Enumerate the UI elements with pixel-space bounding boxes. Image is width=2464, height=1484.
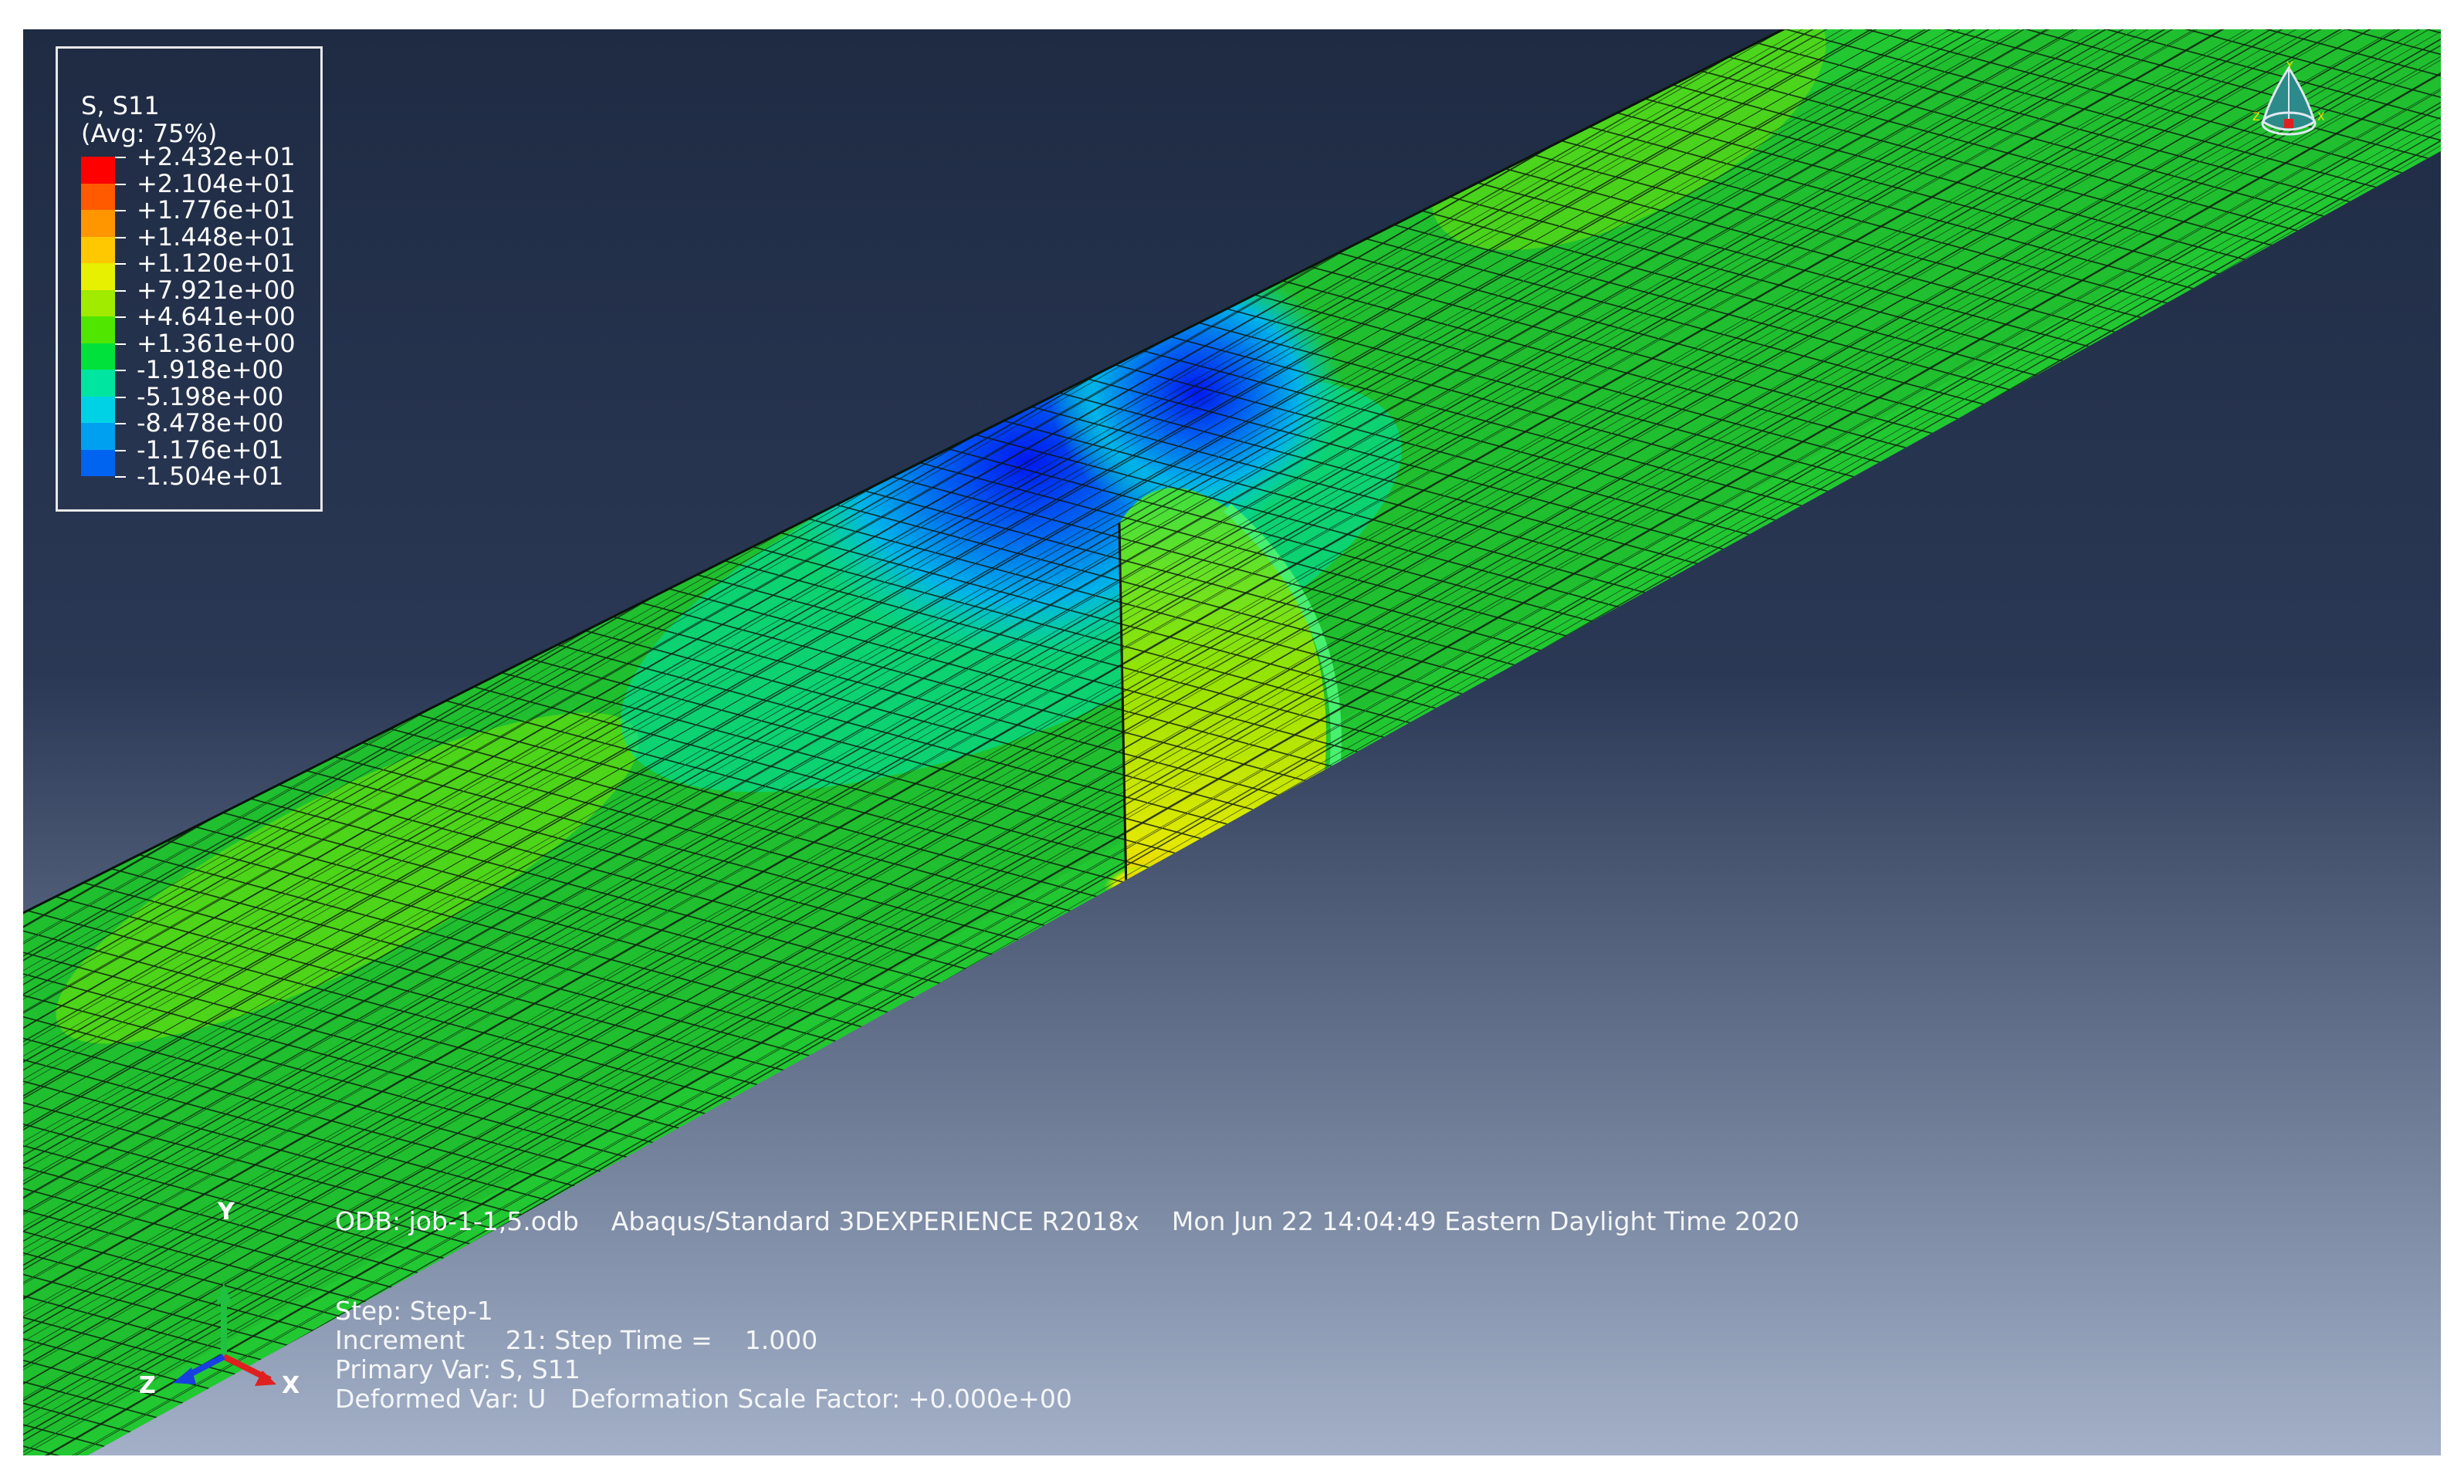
step-info-line: Step: Step-1 xyxy=(335,1296,493,1326)
legend-tick xyxy=(115,316,126,318)
view-cube-x-label: X xyxy=(2317,111,2325,123)
legend-color-swatch xyxy=(81,370,115,397)
legend-level-label: -8.478e+00 xyxy=(137,408,284,438)
legend-tick xyxy=(115,236,126,238)
view-cube-y-label: Y xyxy=(2286,60,2293,73)
legend-tick xyxy=(115,396,126,398)
legend-color-swatch xyxy=(81,289,115,316)
legend-level-label: -1.504e+01 xyxy=(137,461,284,491)
triad-y-label: Y xyxy=(218,1198,235,1225)
legend-tick xyxy=(115,343,126,345)
legend-color-swatch xyxy=(81,236,115,263)
legend-level-label: +2.104e+01 xyxy=(137,168,296,198)
legend-color-swatch xyxy=(81,157,115,184)
legend-color-swatch xyxy=(81,343,115,370)
legend-tick xyxy=(115,263,126,265)
legend-level-label: +2.432e+01 xyxy=(137,142,296,171)
legend-color-swatch xyxy=(81,449,115,476)
legend-color-swatch xyxy=(81,263,115,290)
legend-color-swatch xyxy=(81,423,115,450)
legend-level-label: -1.918e+00 xyxy=(137,355,284,384)
legend-tick xyxy=(115,210,126,211)
view-orientation-icon[interactable]: Y X Z xyxy=(2246,60,2331,153)
triad-z-label: Z xyxy=(139,1372,156,1399)
primary-var-line: Primary Var: S, S11 xyxy=(335,1354,580,1384)
viewport[interactable]: S, S11 (Avg: 75%) +2.432e+01 +2.104e+01 +1… xyxy=(23,29,2441,1455)
legend-tick xyxy=(115,289,126,292)
legend-level-label: -5.198e+00 xyxy=(137,381,284,411)
legend-tick xyxy=(115,423,126,424)
legend-tick xyxy=(115,476,126,478)
legend-tick xyxy=(115,183,126,185)
legend-level-label: -1.176e+01 xyxy=(137,434,284,465)
view-cube-z-label: Z xyxy=(2252,111,2260,123)
odb-info-line: ODB: job-1-1,5.odb Abaqus/Standard 3DEXP… xyxy=(335,1206,1800,1236)
legend-level-label: +1.448e+01 xyxy=(137,221,296,252)
legend-level-label: +4.641e+00 xyxy=(137,302,296,331)
increment-info-line: Increment 21: Step Time = 1.000 xyxy=(335,1325,818,1355)
legend-tick xyxy=(115,157,126,158)
legend-level-label: +1.120e+01 xyxy=(137,248,296,278)
legend-level-label: +1.361e+00 xyxy=(137,328,296,358)
model-render xyxy=(23,29,2441,1455)
legend-color-swatch xyxy=(81,316,115,343)
contour-legend: S, S11 (Avg: 75%) +2.432e+01 +2.104e+01 +1… xyxy=(56,46,323,512)
legend-color-swatch xyxy=(81,183,115,210)
legend-title: S, S11 xyxy=(81,91,160,120)
legend-color-swatch xyxy=(81,396,115,423)
legend-color-swatch xyxy=(81,210,115,237)
legend-level-label: +7.921e+00 xyxy=(137,275,296,305)
legend-level-label: +1.776e+01 xyxy=(137,195,296,225)
deformed-var-line: Deformed Var: U Deformation Scale Factor… xyxy=(335,1384,1072,1414)
triad-x-label: X xyxy=(282,1372,300,1399)
legend-tick xyxy=(115,449,126,451)
legend-tick xyxy=(115,370,126,371)
